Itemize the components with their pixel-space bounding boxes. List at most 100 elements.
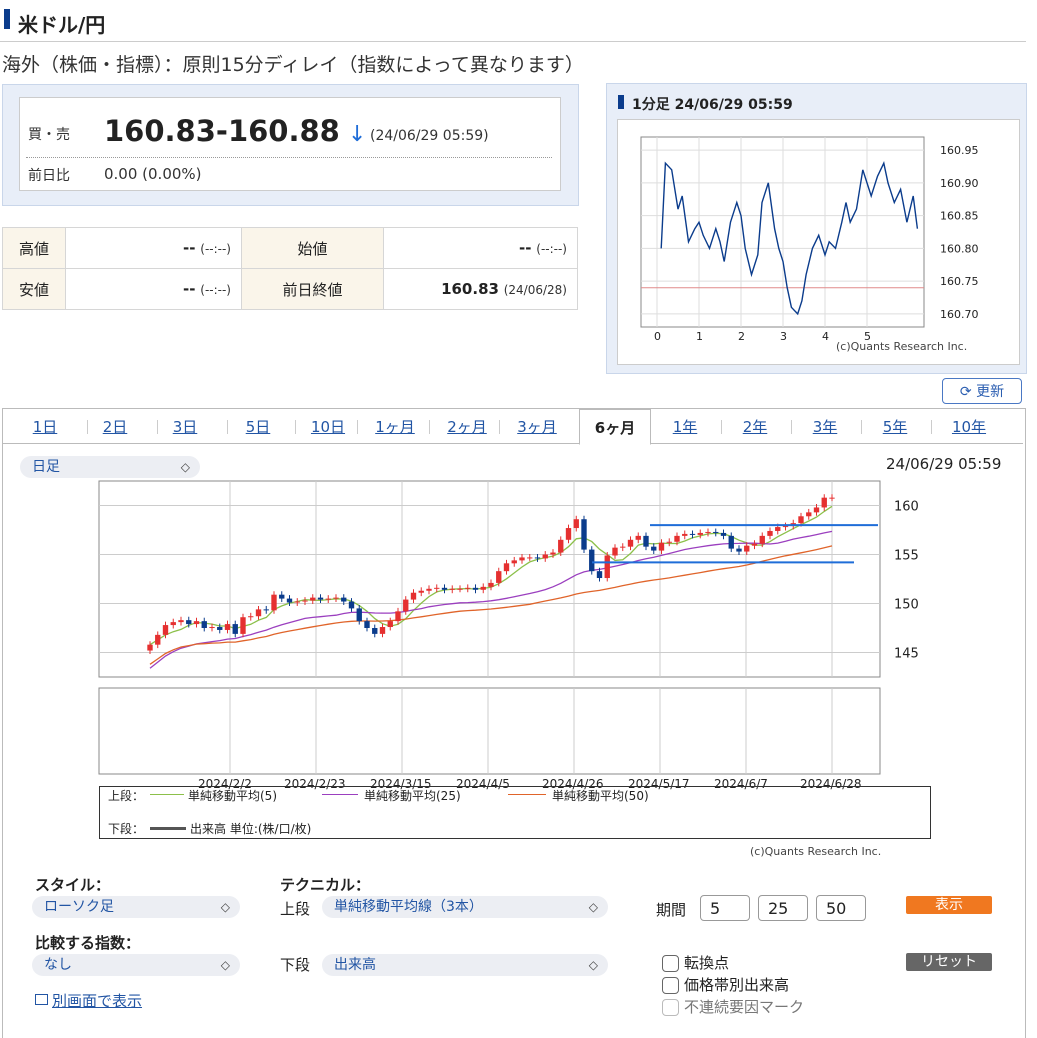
- tab-10[interactable]: 2年: [729, 409, 781, 443]
- tab-9[interactable]: 1年: [659, 409, 711, 443]
- candle-body: [542, 554, 548, 559]
- candle-body: [751, 543, 758, 546]
- prev-close-date: (24/06/28): [503, 283, 567, 297]
- tab-12[interactable]: 5年: [869, 409, 921, 443]
- refresh-icon: ⟳: [959, 384, 972, 400]
- open-time: (--:--): [536, 242, 567, 256]
- candle-body: [403, 599, 409, 612]
- intraday-chart-title: 1分足 24/06/29 05:59: [632, 97, 793, 113]
- candlestick-chart: 2024/2/2 2024/2/23 2024/3/15 2024/4/5 2024/4…: [98, 480, 919, 790]
- style-select[interactable]: ローソク足 ◇: [32, 896, 240, 918]
- tab-5[interactable]: 1ヶ月: [365, 409, 425, 443]
- quote-price: 160.83-160.88: [104, 114, 340, 148]
- candle-body: [565, 528, 572, 540]
- candle-body: [372, 628, 378, 634]
- tab-2[interactable]: 3日: [165, 409, 205, 443]
- candle-body: [604, 555, 610, 579]
- candle-body: [457, 588, 463, 590]
- candle-body: [286, 598, 293, 603]
- tab-separator: [87, 420, 88, 434]
- intraday-y-tick: 160.80: [940, 242, 979, 255]
- candle-body: [658, 542, 665, 551]
- tab-13[interactable]: 10年: [939, 409, 999, 443]
- new-window-icon: [35, 994, 48, 1005]
- candle-body: [364, 621, 370, 628]
- candle-body: [224, 624, 231, 630]
- volume-by-price-checkbox[interactable]: [662, 977, 679, 994]
- candle-body: [480, 586, 486, 590]
- change-label: 前日比: [28, 168, 70, 184]
- page-title: 米ドル/円: [18, 13, 106, 37]
- candle-body: [806, 512, 812, 517]
- candle-body: [325, 598, 331, 600]
- tab-separator: [499, 420, 500, 434]
- compare-select[interactable]: なし ◇: [32, 954, 240, 976]
- high-value: --: [183, 239, 196, 257]
- period-input-3[interactable]: 50: [816, 895, 866, 921]
- open-value: --: [519, 239, 532, 257]
- intraday-x-tick: 3: [780, 330, 787, 343]
- intraday-price-line: [660, 161, 919, 316]
- candle-body: [573, 519, 579, 529]
- candle-body: [519, 557, 525, 561]
- tab-3[interactable]: 5日: [235, 409, 281, 443]
- candle-body: [348, 601, 355, 609]
- candle-body: [193, 621, 200, 625]
- refresh-label: 更新: [976, 384, 1005, 400]
- candle-body: [744, 545, 750, 552]
- candle-body: [713, 531, 719, 533]
- mini-chart-marker: [618, 95, 624, 109]
- upper-row-label: 上段: [280, 900, 311, 918]
- show-button[interactable]: 表示: [906, 896, 992, 914]
- tab-7[interactable]: 3ヶ月: [507, 409, 567, 443]
- low-cell: -- (--:--): [65, 268, 242, 310]
- tab-0[interactable]: 1日: [25, 409, 65, 443]
- candle-body: [728, 535, 734, 549]
- upper-technical-select[interactable]: 単純移動平均線（3本） ◇: [322, 896, 608, 918]
- candle-body: [248, 616, 254, 618]
- tab-1[interactable]: 2日: [95, 409, 135, 443]
- tab-11[interactable]: 3年: [799, 409, 851, 443]
- open-new-window-link[interactable]: 別画面で表示: [52, 990, 142, 1011]
- candle-body: [527, 557, 533, 559]
- candle-body: [829, 497, 835, 499]
- candle-body: [496, 571, 502, 583]
- tab-separator: [721, 420, 722, 434]
- candle-body: [232, 624, 238, 634]
- tab-separator: [295, 420, 296, 434]
- candle-body: [558, 539, 564, 553]
- lower-technical-select[interactable]: 出来高 ◇: [322, 954, 608, 976]
- intraday-y-tick: 160.90: [940, 177, 979, 190]
- tab-separator: [157, 420, 158, 434]
- reset-button[interactable]: リセット: [906, 953, 992, 971]
- period-input-1[interactable]: 5: [700, 895, 750, 921]
- candle-body: [635, 535, 641, 540]
- title-marker: [4, 9, 10, 29]
- candle-body: [798, 516, 804, 524]
- y-axis-tick: 145: [894, 647, 919, 662]
- divider: [26, 157, 552, 158]
- y-axis-tick: 150: [894, 598, 919, 613]
- candle-body: [356, 608, 362, 622]
- tab-separator: [931, 420, 932, 434]
- tab-4[interactable]: 10日: [303, 409, 353, 443]
- volume-plot-frame: [98, 687, 881, 775]
- low-value: --: [183, 280, 196, 298]
- page-subtitle: 海外（株価・指標）：原則15分ディレイ（指数によって異なります）: [2, 54, 584, 76]
- price-plot-frame: [98, 480, 881, 678]
- prev-close-cell: 160.83 (24/06/28): [383, 268, 578, 310]
- tab-8[interactable]: 6ヶ月: [579, 409, 651, 445]
- period-input-2[interactable]: 25: [758, 895, 808, 921]
- technical-label: テクニカル：: [280, 876, 371, 894]
- candle-body: [620, 546, 626, 548]
- turning-point-checkbox[interactable]: [662, 955, 679, 972]
- tab-6[interactable]: 2ヶ月: [437, 409, 497, 443]
- refresh-button[interactable]: ⟳ 更新: [942, 378, 1022, 404]
- turning-point-label: 転換点: [684, 954, 730, 972]
- lower-row-label: 下段: [280, 956, 311, 974]
- candle-body: [682, 533, 688, 536]
- compare-label: 比較する指数：: [35, 934, 141, 952]
- candle-body: [379, 627, 386, 634]
- candle-body: [511, 560, 517, 564]
- intraday-credit: (c)Quants Research Inc.: [836, 340, 967, 353]
